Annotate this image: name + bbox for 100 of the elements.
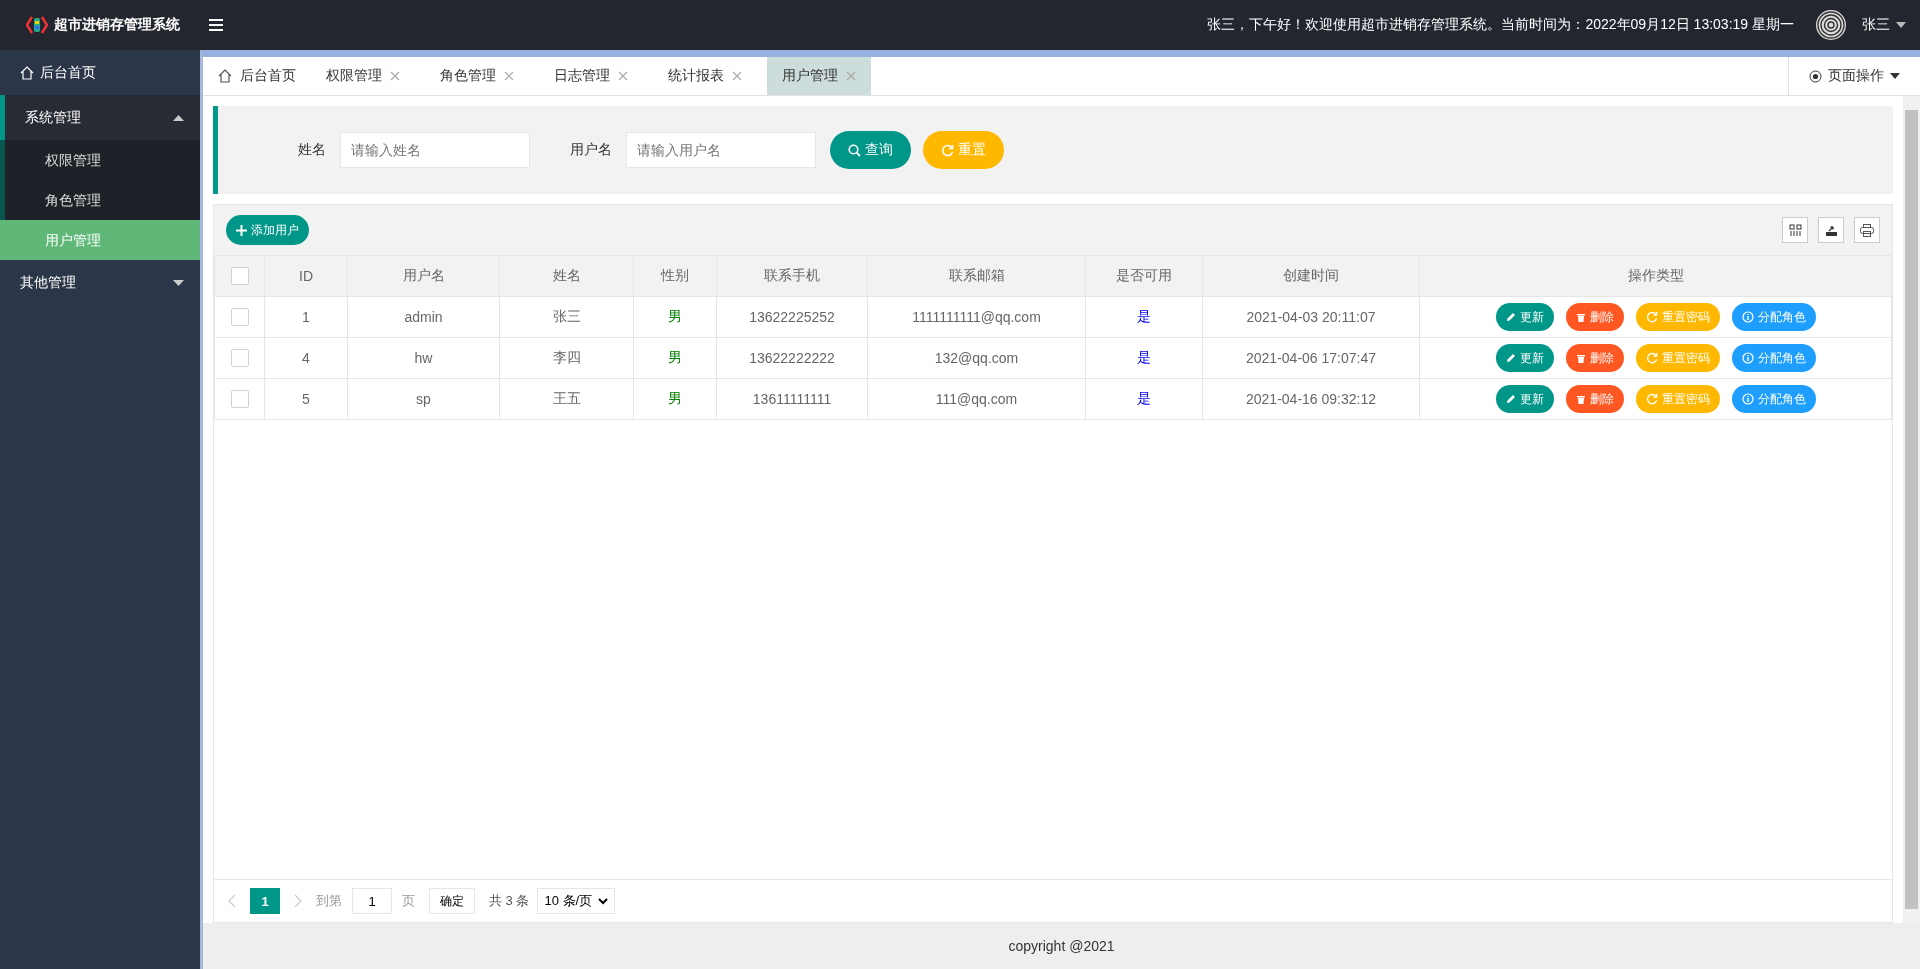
close-icon[interactable] <box>390 71 400 81</box>
caret-icon <box>173 114 184 121</box>
total-count: 共 3 条 <box>489 892 530 910</box>
caret-icon <box>1896 22 1906 28</box>
assign-button[interactable]: 分配角色 <box>1731 303 1816 331</box>
pencil-icon <box>1505 312 1516 322</box>
columns-button[interactable] <box>1782 217 1808 243</box>
tab[interactable]: 日志管理 <box>539 57 643 95</box>
previous-page-icon[interactable] <box>228 894 236 908</box>
edit-button[interactable]: 更新 <box>1495 344 1554 372</box>
sidebar-item[interactable]: 系统管理 <box>0 95 200 140</box>
table-cell: 男 <box>633 378 717 420</box>
home-icon <box>20 65 34 80</box>
refresh-icon <box>1645 352 1658 364</box>
print-button[interactable] <box>1854 217 1880 243</box>
close-icon[interactable] <box>732 71 742 81</box>
home-icon <box>218 69 232 83</box>
table-cell: 张三 <box>499 296 634 338</box>
page-input[interactable]: 1 <box>352 888 392 914</box>
refresh-icon <box>1645 393 1658 405</box>
page-size-select[interactable]: 10 条/页 <box>537 888 616 914</box>
table-cell: admin <box>347 296 500 338</box>
close-icon[interactable] <box>846 71 856 81</box>
row-checkbox[interactable] <box>230 349 249 368</box>
export-icon <box>1824 223 1838 237</box>
table-cell: 13611111111 <box>716 378 868 420</box>
tab[interactable]: 权限管理 <box>311 57 415 95</box>
delete-button[interactable]: 删除 <box>1565 303 1624 331</box>
page-number-button[interactable]: 1 <box>250 888 280 914</box>
footer-text: copyright @2021 <box>203 923 1920 969</box>
welcome-message: 张三，下午好！欢迎使用超市进销存管理系统。当前时间为：2022年09月12日 13:03:19 星期一 <box>1207 16 1794 34</box>
table-cell: 王五 <box>499 378 634 420</box>
column-header: 性别 <box>633 255 717 297</box>
delete-button[interactable]: 删除 <box>1565 344 1624 372</box>
confirm-button[interactable]: 确定 <box>429 888 475 914</box>
sidebar-item[interactable]: 其他管理 <box>0 260 200 305</box>
row-checkbox[interactable] <box>230 308 249 327</box>
tab[interactable]: 统计报表 <box>653 57 757 95</box>
table-cell: 13622222222 <box>716 337 868 379</box>
add-user-button[interactable]: 添加用户 <box>226 215 309 245</box>
column-header: 联系邮箱 <box>867 255 1086 297</box>
plus-icon <box>236 224 247 236</box>
sidebar-item[interactable]: 后台首页 <box>0 50 200 95</box>
avatar-icon[interactable] <box>1816 10 1846 40</box>
table-cell: 132@qq.com <box>867 337 1086 379</box>
column-header: 操作类型 <box>1419 255 1892 297</box>
close-icon[interactable] <box>618 71 628 81</box>
column-header: 创建时间 <box>1202 255 1420 297</box>
table-cell: 1 <box>264 296 348 338</box>
table-cell: 是 <box>1085 378 1203 420</box>
delete-button[interactable]: 删除 <box>1565 385 1624 413</box>
edit-button[interactable]: 更新 <box>1495 303 1554 331</box>
pencil-icon <box>1505 394 1516 404</box>
page-unit-label: 页 <box>402 892 415 910</box>
app-title: 超市进销存管理系统 <box>54 16 180 34</box>
info-icon <box>1741 311 1754 323</box>
query-button[interactable]: 查询 <box>830 131 911 169</box>
row-checkbox[interactable] <box>230 390 249 409</box>
table-cell: sp <box>347 378 500 420</box>
assign-button[interactable]: 分配角色 <box>1731 344 1816 372</box>
tab[interactable]: 用户管理 <box>767 57 871 95</box>
caret-icon <box>1890 73 1900 79</box>
scrollbar[interactable] <box>1903 96 1920 923</box>
input-field[interactable]: 请输入姓名 <box>340 132 530 168</box>
table-cell: 1111111111@qq.com <box>867 296 1086 338</box>
printer-icon <box>1860 223 1874 237</box>
column-header: ID <box>264 255 348 297</box>
chevron-icon <box>598 897 609 905</box>
table-cell: 2021-04-06 17:07:47 <box>1202 337 1420 379</box>
export-button[interactable] <box>1818 217 1844 243</box>
table-cell: 5 <box>264 378 348 420</box>
table-cell: 是 <box>1085 296 1203 338</box>
pencil-icon <box>1505 353 1516 363</box>
info-icon <box>1741 352 1754 364</box>
goto-label: 到第 <box>316 892 342 910</box>
sidebar-subitem[interactable]: 用户管理 <box>0 220 200 260</box>
tab[interactable]: 后台首页 <box>203 57 311 95</box>
column-header: 是否可用 <box>1085 255 1203 297</box>
column-header: 联系手机 <box>716 255 868 297</box>
input-field[interactable]: 请输入用户名 <box>626 132 816 168</box>
edit-button[interactable]: 更新 <box>1495 385 1554 413</box>
assign-button[interactable]: 分配角色 <box>1731 385 1816 413</box>
tab[interactable]: 角色管理 <box>425 57 529 95</box>
next-page-icon[interactable] <box>294 894 302 908</box>
menu-icon[interactable] <box>208 18 224 32</box>
table-cell: 李四 <box>499 337 634 379</box>
column-header: 姓名 <box>499 255 634 297</box>
close-icon[interactable] <box>504 71 514 81</box>
user-menu[interactable]: 张三 <box>1862 16 1906 34</box>
table-cell: hw <box>347 337 500 379</box>
sidebar-subitem[interactable]: 角色管理 <box>5 180 200 220</box>
info-icon <box>1741 393 1754 405</box>
select-all-checkbox[interactable] <box>230 267 249 286</box>
field-label: 用户名 <box>570 141 612 159</box>
trash-icon <box>1575 394 1586 404</box>
sidebar-subitem[interactable]: 权限管理 <box>5 140 200 180</box>
trash-icon <box>1575 312 1586 322</box>
columns-icon <box>1788 223 1802 237</box>
logo-icon <box>26 15 48 35</box>
caret-icon <box>173 279 184 286</box>
